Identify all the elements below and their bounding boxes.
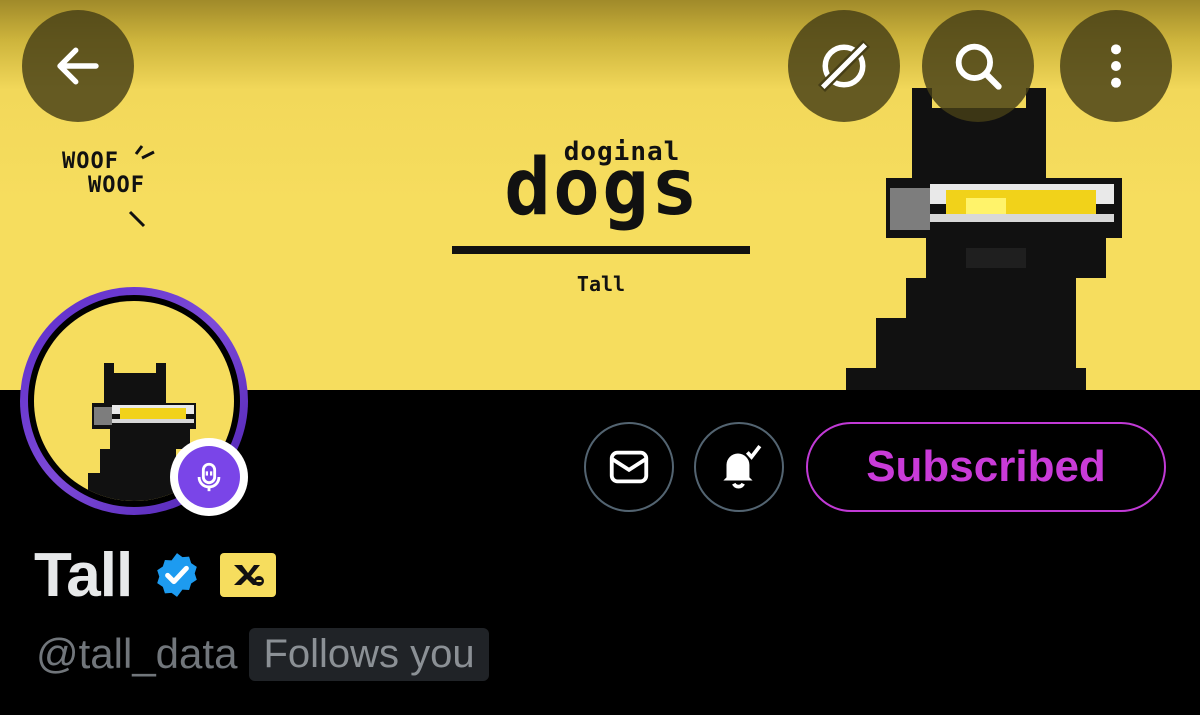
pixel-cat-image bbox=[846, 88, 1122, 390]
message-button[interactable] bbox=[584, 422, 674, 512]
verified-badge-icon[interactable] bbox=[152, 550, 202, 600]
logo-big-text: dogs bbox=[504, 143, 700, 233]
bell-check-icon bbox=[723, 445, 762, 489]
follows-you-badge: Follows you bbox=[249, 627, 489, 681]
logo-divider bbox=[452, 246, 750, 254]
search-button[interactable] bbox=[922, 10, 1034, 122]
user-handle: @tall_data bbox=[36, 630, 238, 677]
display-name: Tall bbox=[34, 540, 133, 610]
spaces-badge[interactable] bbox=[170, 438, 248, 516]
doginal-dogs-logo: doginal dogs bbox=[452, 139, 752, 233]
affiliation-badge[interactable] bbox=[220, 553, 277, 597]
search-icon bbox=[955, 43, 1002, 90]
affiliation-badge-icon bbox=[234, 565, 265, 586]
envelope-icon bbox=[609, 450, 649, 484]
more-vertical-icon bbox=[1111, 44, 1121, 88]
back-button[interactable] bbox=[22, 10, 134, 122]
more-options-button[interactable] bbox=[1060, 10, 1172, 122]
profile-name-row: Tall bbox=[34, 540, 277, 610]
grok-button[interactable] bbox=[788, 10, 900, 122]
sparkle-marks-icon bbox=[128, 145, 155, 228]
spaces-mic-icon bbox=[197, 462, 221, 492]
logo-name-text: Tall bbox=[576, 272, 626, 296]
grok-icon bbox=[817, 39, 871, 93]
notifications-button[interactable] bbox=[694, 422, 784, 512]
handle-row: @tall_data Follows you bbox=[36, 622, 489, 686]
subscribed-button[interactable]: Subscribed bbox=[806, 422, 1166, 512]
arrow-left-icon bbox=[57, 47, 99, 85]
